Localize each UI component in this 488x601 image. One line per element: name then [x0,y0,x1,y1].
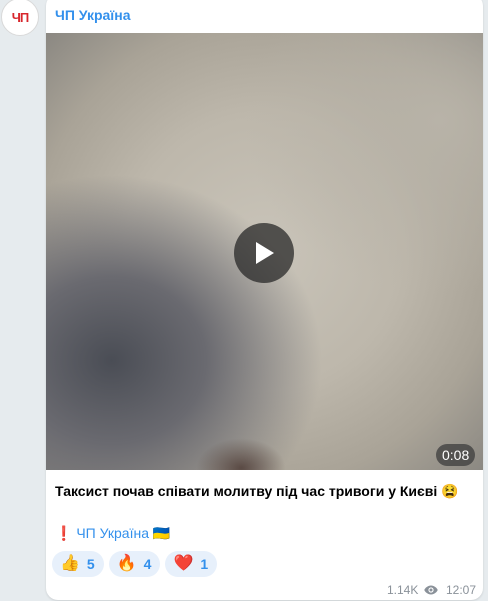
heart-icon: ❤️ [173,555,194,572]
reaction-thumbs-up[interactable]: 👍 5 [52,551,104,577]
channel-avatar[interactable]: ЧП [1,0,39,36]
views-count: 1.14K [387,583,419,597]
post-caption: Таксист почав співати молитву під час тр… [55,483,459,499]
post-signature: ❗ ЧП Україна 🇺🇦 [55,523,170,543]
reaction-fire[interactable]: 🔥 4 [108,551,161,577]
eye-icon [424,582,438,598]
fire-icon: 🔥 [116,555,137,572]
exclamation-icon: ❗ [55,525,73,541]
channel-name[interactable]: ЧП Україна [55,7,131,23]
reaction-heart[interactable]: ❤️ 1 [165,551,218,577]
video-duration: 0:08 [436,444,476,466]
reaction-count: 5 [86,556,95,572]
reaction-count: 1 [200,556,209,572]
channel-link[interactable]: ЧП Україна [76,525,149,541]
avatar-text: ЧП [11,9,30,25]
reaction-count: 4 [143,556,152,572]
play-icon [256,242,274,264]
thumbs-up-icon: 👍 [60,555,80,572]
reactions-bar: 👍 5 🔥 4 ❤️ 1 [52,551,218,577]
ukraine-flag-icon: 🇺🇦 [152,525,171,541]
post-time: 12:07 [446,583,477,597]
play-button[interactable] [234,223,294,283]
